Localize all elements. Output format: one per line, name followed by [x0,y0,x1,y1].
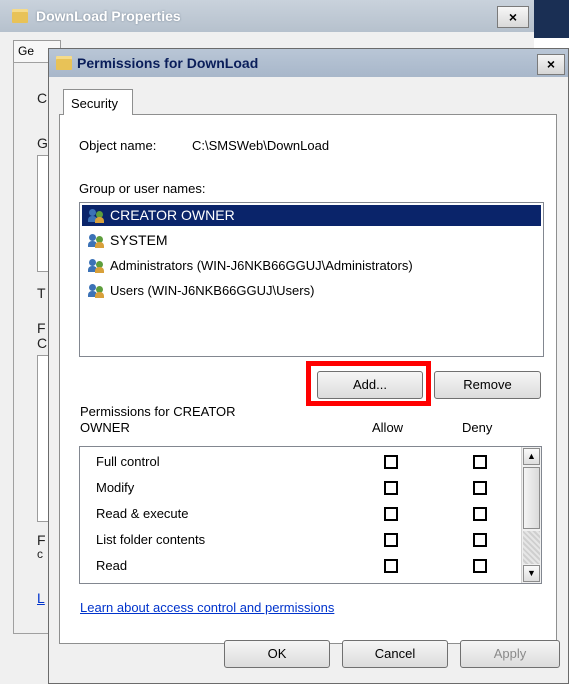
user-name: Administrators (WIN-J6NKB66GGUJ\Administ… [110,258,413,273]
permission-name: Read [96,558,128,573]
user-group-icon [88,259,106,273]
deny-checkbox[interactable] [473,533,487,547]
background-text-fragment: c [37,547,43,561]
background-window-title: DownLoad Properties [36,8,181,24]
allow-checkbox[interactable] [384,559,398,573]
permission-row: Full control [80,449,520,475]
allow-checkbox[interactable] [384,533,398,547]
deny-checkbox[interactable] [473,455,487,469]
list-item-users[interactable]: Users (WIN-J6NKB66GGUJ\Users) [82,280,541,301]
scrollbar-thumb[interactable] [523,467,540,529]
deny-checkbox[interactable] [473,481,487,495]
allow-checkbox[interactable] [384,455,398,469]
object-name-label: Object name: [79,138,157,153]
permissions-for-label-line2: OWNER [80,420,130,435]
background-link-fragment[interactable]: L [37,590,45,606]
permissions-list: Full control Modify Read & execute List … [79,446,542,584]
group-or-user-names-label: Group or user names: [79,181,206,196]
allow-column-header: Allow [372,420,404,435]
background-text-fragment: G [37,135,48,151]
user-group-icon [88,284,106,298]
scroll-down-arrow-icon[interactable]: ▼ [523,565,540,582]
scroll-up-arrow-icon[interactable]: ▲ [523,448,540,465]
background-text-fragment: T [37,285,46,301]
user-name: CREATOR OWNER [110,207,235,223]
list-item-creator-owner[interactable]: CREATOR OWNER [82,205,541,226]
dialog-title-bar: Permissions for DownLoad × [49,49,568,77]
user-group-icon [88,234,106,248]
permission-row: Modify [80,475,520,501]
add-button-highlight [306,361,431,406]
permission-row: Read [80,553,520,579]
deny-column-header: Deny [462,420,493,435]
background-text-fragment: F [37,532,46,548]
close-button[interactable]: × [537,54,565,75]
permissions-for-label-line1: Permissions for CREATOR [80,404,236,419]
allow-checkbox[interactable] [384,481,398,495]
apply-button[interactable]: Apply [460,640,560,668]
cancel-button[interactable]: Cancel [342,640,448,668]
object-name-value: C:\SMSWeb\DownLoad [192,138,330,153]
permission-row: Read & execute [80,501,520,527]
ok-button[interactable]: OK [224,640,330,668]
tab-security[interactable]: Security [63,89,133,115]
permission-name: Read & execute [96,506,189,521]
background-close-button[interactable]: × [497,6,529,28]
permission-name: Full control [96,454,160,469]
background-title-bar: DownLoad Properties × [0,0,534,32]
permission-row-partial [80,579,520,583]
user-name: Users (WIN-J6NKB66GGUJ\Users) [110,283,315,298]
user-name: SYSTEM [110,232,168,248]
deny-checkbox[interactable] [473,507,487,521]
list-item-system[interactable]: SYSTEM [82,230,541,251]
list-item-administrators[interactable]: Administrators (WIN-J6NKB66GGUJ\Administ… [82,255,541,276]
dialog-title: Permissions for DownLoad [77,55,259,71]
permission-row: List folder contents [80,527,520,553]
background-text-fragment: C [37,90,48,106]
deny-checkbox[interactable] [473,559,487,573]
learn-about-permissions-link[interactable]: Learn about access control and permissio… [80,600,334,615]
permission-name: List folder contents [96,532,206,547]
user-group-icon [88,209,106,223]
folder-icon [12,9,28,23]
desktop-strip-dark [534,0,569,38]
remove-button[interactable]: Remove [434,371,541,399]
background-text-fragment: F [37,320,46,336]
background-text-fragment: C [37,335,48,351]
permissions-scrollbar[interactable]: ▲ ▼ [521,447,541,583]
folder-icon [56,56,72,70]
scrollbar-track[interactable] [523,531,540,564]
allow-checkbox[interactable] [384,507,398,521]
permission-name: Modify [96,480,135,495]
users-listbox[interactable]: CREATOR OWNER SYSTEM Administrators (WIN… [79,202,544,357]
